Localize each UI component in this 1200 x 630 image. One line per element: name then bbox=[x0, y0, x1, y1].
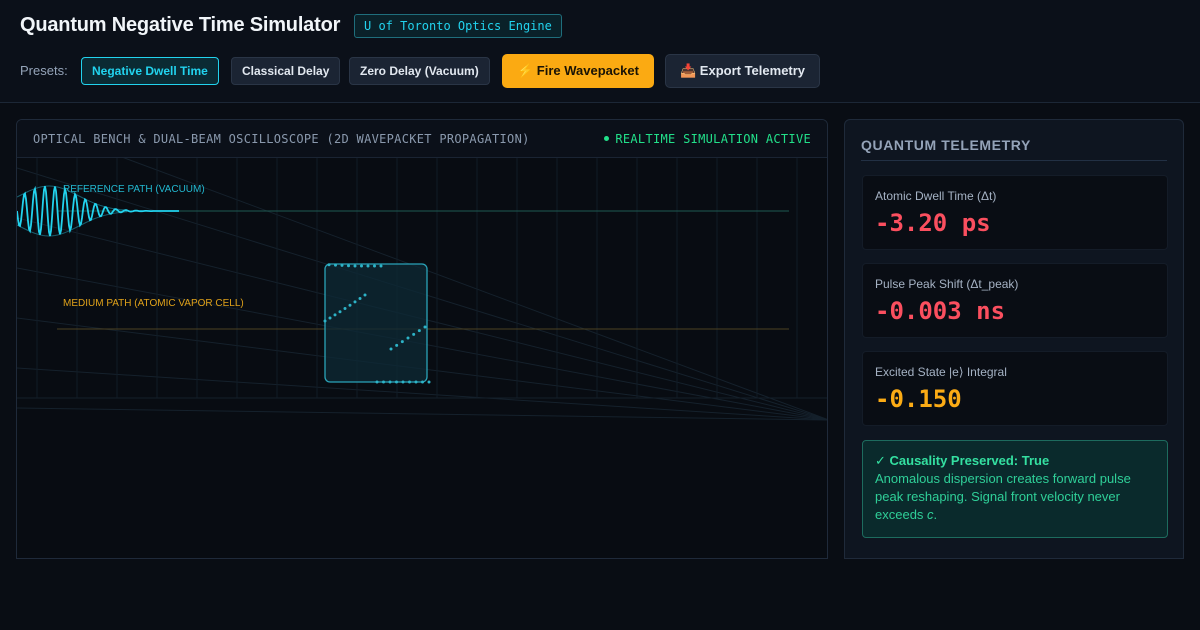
engine-badge: U of Toronto Optics Engine bbox=[354, 14, 562, 38]
atom-dot bbox=[412, 332, 416, 336]
causality-text: Anomalous dispersion creates forward pul… bbox=[875, 471, 1131, 522]
atom-dot bbox=[408, 380, 411, 384]
atom-dot bbox=[327, 263, 331, 267]
atom-dot bbox=[388, 380, 392, 384]
atom-dot bbox=[421, 380, 424, 384]
atom-dot bbox=[414, 380, 418, 384]
atom-dot bbox=[340, 263, 344, 267]
atom-dot bbox=[343, 307, 347, 310]
atom-dot bbox=[417, 329, 421, 333]
excited-state-label: Excited State |e⟩ Integral bbox=[875, 365, 1007, 379]
telemetry-panel: QUANTUM TELEMETRY Atomic Dwell Time (Δt)… bbox=[844, 119, 1184, 559]
atom-dot bbox=[358, 296, 362, 300]
atom-dot bbox=[400, 340, 404, 344]
atom-dot bbox=[379, 264, 383, 268]
status-dot-icon bbox=[604, 136, 610, 141]
atom-dot bbox=[375, 380, 379, 384]
simulation-status-text: REALTIME SIMULATION ACTIVE bbox=[615, 132, 811, 146]
atom-dot bbox=[347, 264, 350, 268]
telemetry-title: QUANTUM TELEMETRY bbox=[861, 137, 1167, 161]
atom-dot bbox=[423, 325, 427, 329]
dwell-time-label: Atomic Dwell Time (Δt) bbox=[875, 189, 997, 203]
preset-zero-delay-button[interactable]: Zero Delay (Vacuum) bbox=[349, 57, 490, 85]
atom-dot bbox=[348, 303, 352, 307]
optical-bench-panel: OPTICAL BENCH & DUAL-BEAM OSCILLOSCOPE (… bbox=[16, 119, 828, 559]
preset-classical-delay-button[interactable]: Classical Delay bbox=[231, 57, 341, 85]
page-title: Quantum Negative Time Simulator bbox=[20, 14, 341, 36]
causality-notice: ✓ Causality Preserved: True Anomalous di… bbox=[862, 440, 1168, 538]
dwell-time-value: -3.20 ps bbox=[875, 209, 991, 237]
preset-negative-dwell-button[interactable]: Negative Dwell Time bbox=[81, 57, 219, 85]
reference-path-label: REFERENCE PATH (VACUUM) bbox=[63, 184, 205, 195]
atom-dot bbox=[427, 380, 431, 384]
bench-header: OPTICAL BENCH & DUAL-BEAM OSCILLOSCOPE (… bbox=[17, 120, 827, 158]
atom-dot bbox=[328, 316, 332, 320]
bench-title: OPTICAL BENCH & DUAL-BEAM OSCILLOSCOPE (… bbox=[33, 132, 530, 146]
excited-state-card: Excited State |e⟩ Integral -0.150 bbox=[862, 351, 1168, 426]
presets-label: Presets: bbox=[20, 63, 68, 78]
atom-dot bbox=[389, 347, 393, 351]
atom-dot bbox=[366, 264, 370, 268]
atom-dot bbox=[395, 380, 398, 384]
atom-dot bbox=[338, 310, 342, 314]
atom-dot bbox=[333, 313, 337, 317]
oscilloscope-canvas[interactable]: REFERENCE PATH (VACUUM) MEDIUM PATH (ATO… bbox=[17, 158, 828, 559]
atom-dot bbox=[363, 293, 367, 297]
simulation-status: REALTIME SIMULATION ACTIVE bbox=[604, 132, 811, 146]
peak-shift-value: -0.003 ns bbox=[875, 297, 1006, 325]
export-telemetry-button[interactable]: 📥 Export Telemetry bbox=[665, 54, 821, 88]
atom-dot bbox=[373, 264, 376, 268]
dwell-time-card: Atomic Dwell Time (Δt) -3.20 ps bbox=[862, 175, 1168, 250]
atom-dot bbox=[323, 319, 327, 323]
causality-title: ✓ Causality Preserved: True bbox=[875, 453, 1050, 468]
atomic-vapor-cell[interactable] bbox=[324, 263, 428, 383]
atom-dot bbox=[353, 264, 357, 268]
atom-dot bbox=[401, 380, 405, 384]
excited-state-value: -0.150 bbox=[875, 385, 962, 413]
atom-dot bbox=[382, 380, 385, 384]
atom-dot bbox=[334, 263, 337, 267]
atom-dot bbox=[360, 264, 363, 268]
atom-dot bbox=[353, 300, 357, 304]
medium-path-label: MEDIUM PATH (ATOMIC VAPOR CELL) bbox=[63, 298, 244, 309]
peak-shift-card: Pulse Peak Shift (Δt_peak) -0.003 ns bbox=[862, 263, 1168, 338]
atom-dot bbox=[406, 336, 410, 340]
atom-dot bbox=[395, 343, 399, 347]
fire-wavepacket-button[interactable]: ⚡ Fire Wavepacket bbox=[502, 54, 654, 88]
app-header: Quantum Negative Time Simulator U of Tor… bbox=[0, 0, 1200, 103]
grid-line bbox=[17, 407, 827, 421]
peak-shift-label: Pulse Peak Shift (Δt_peak) bbox=[875, 277, 1019, 291]
